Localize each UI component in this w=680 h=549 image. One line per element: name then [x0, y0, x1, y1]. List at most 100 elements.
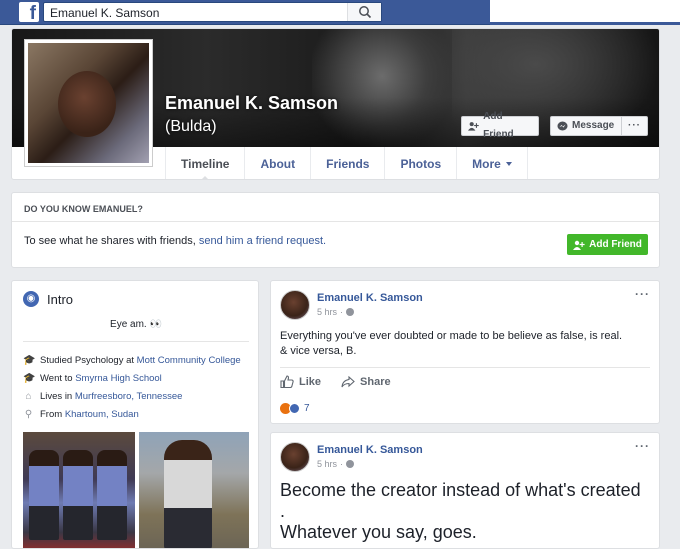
- thumbs-up-icon: [280, 375, 294, 388]
- like-reaction-icon: [289, 403, 300, 414]
- tab-friends[interactable]: Friends: [310, 147, 384, 179]
- hometown-link[interactable]: Khartoum, Sudan: [65, 409, 139, 420]
- do-you-know-heading: DO YOU KNOW EMANUEL?: [12, 193, 659, 222]
- tab-photos[interactable]: Photos: [384, 147, 456, 179]
- top-bar-right-area: [490, 0, 680, 25]
- profile-header-card: Emanuel K. Samson (Bulda) Add Friend Mes…: [11, 28, 660, 180]
- add-friend-button[interactable]: Add Friend: [461, 111, 539, 140]
- post-text: Everything you've ever doubted or made t…: [280, 330, 623, 357]
- tab-friends-label: Friends: [326, 157, 370, 171]
- share-label: Share: [360, 375, 391, 388]
- more-options-button[interactable]: ···: [621, 116, 648, 136]
- profile-picture-image: [28, 43, 149, 163]
- share-icon: [341, 375, 355, 387]
- intro-list: 🎓 Studied Psychology at Mott Community C…: [23, 351, 253, 423]
- tab-about[interactable]: About: [244, 147, 310, 179]
- intro-card: ◉ Intro Eye am. 👀 🎓 Studied Psychology a…: [11, 280, 259, 549]
- tab-about-label: About: [260, 157, 296, 171]
- intro-photos: [23, 432, 249, 548]
- add-friend-icon: [468, 122, 479, 131]
- location-pin-icon: ⚲: [24, 408, 33, 420]
- do-you-know-prefix: To see what he shares with friends,: [24, 235, 199, 247]
- intro-item-text: Studied Psychology at Mott Community Col…: [40, 355, 241, 366]
- intro-item-lives: ⌂ Lives in Murfreesboro, Tennessee: [23, 387, 253, 405]
- like-label: Like: [299, 375, 322, 388]
- add-friend-label: Add Friend: [483, 111, 514, 140]
- message-button[interactable]: Message: [550, 116, 622, 136]
- profile-name[interactable]: Emanuel K. Samson: [165, 93, 338, 114]
- tab-photos-label: Photos: [400, 157, 442, 171]
- top-navigation-bar: f Emanuel K. Samson: [0, 0, 490, 25]
- chevron-down-icon: [505, 162, 512, 166]
- more-options-icon: ···: [628, 120, 641, 131]
- add-friend-green-button[interactable]: Add Friend: [567, 234, 648, 255]
- share-button[interactable]: Share: [341, 375, 391, 388]
- search-input[interactable]: Emanuel K. Samson: [43, 2, 382, 22]
- search-button[interactable]: [347, 3, 381, 21]
- reactions-summary[interactable]: 7: [280, 403, 310, 414]
- facebook-logo-icon[interactable]: f: [19, 2, 39, 22]
- message-label: Message: [572, 120, 615, 131]
- intro-item-prefix: Studied Psychology at: [40, 354, 137, 366]
- messenger-icon: [557, 121, 568, 130]
- public-globe-icon: [346, 460, 355, 468]
- search-icon: [359, 6, 372, 19]
- photo-person: [97, 450, 127, 540]
- photo-person: [63, 450, 93, 540]
- intro-item-prefix: Lives in: [40, 390, 75, 402]
- public-globe-icon: [346, 308, 355, 316]
- post-meta: 5 hrs ·: [317, 459, 355, 469]
- intro-item-school: 🎓 Went to Smyrna High School: [23, 369, 253, 387]
- do-you-know-text: To see what he shares with friends, send…: [24, 235, 326, 247]
- profile-tabs: Timeline About Friends Photos More: [165, 147, 528, 179]
- intro-title: Intro: [47, 291, 74, 307]
- post-timestamp[interactable]: 5 hrs: [317, 459, 337, 469]
- post-timestamp[interactable]: 5 hrs: [317, 307, 337, 317]
- like-button[interactable]: Like: [280, 375, 321, 388]
- intro-photo-1[interactable]: [23, 432, 135, 548]
- meta-separator: ·: [340, 307, 344, 317]
- intro-item-text: Went to Smyrna High School: [40, 373, 162, 384]
- post-text: Become the creator instead of what's cre…: [280, 480, 641, 542]
- intro-item-from: ⚲ From Khartoum, Sudan: [23, 405, 253, 423]
- post-card: Emanuel K. Samson 5 hrs · ··· Become the…: [270, 432, 660, 549]
- post-author[interactable]: Emanuel K. Samson: [317, 444, 423, 456]
- profile-picture-face: [58, 71, 116, 137]
- intro-divider: [23, 341, 249, 342]
- graduation-cap-icon: 🎓: [23, 354, 36, 366]
- tab-more-label: More: [472, 157, 501, 171]
- college-link[interactable]: Mott Community College: [137, 355, 241, 366]
- graduation-cap-icon: 🎓: [23, 372, 36, 384]
- intro-item-prefix: From: [40, 408, 65, 420]
- post-actions: Like Share: [280, 367, 650, 395]
- avatar[interactable]: [280, 442, 310, 472]
- avatar[interactable]: [280, 290, 310, 320]
- reaction-count: 7: [304, 403, 310, 414]
- intro-item-prefix: Went to: [40, 372, 76, 384]
- home-icon: ⌂: [25, 390, 32, 402]
- high-school-link[interactable]: Smyrna High School: [75, 373, 162, 384]
- post-meta: 5 hrs ·: [317, 307, 355, 317]
- intro-item-text: From Khartoum, Sudan: [40, 409, 139, 420]
- intro-header: ◉ Intro: [23, 291, 73, 307]
- post-card: Emanuel K. Samson 5 hrs · ··· Everything…: [270, 280, 660, 424]
- current-city-link[interactable]: Murfreesboro, Tennessee: [75, 391, 183, 402]
- meta-separator: ·: [340, 459, 344, 469]
- intro-item-education: 🎓 Studied Psychology at Mott Community C…: [23, 351, 253, 369]
- photo-person: [29, 450, 59, 540]
- send-friend-request-link[interactable]: send him a friend request.: [199, 235, 326, 247]
- post-author[interactable]: Emanuel K. Samson: [317, 292, 423, 304]
- tab-more[interactable]: More: [456, 147, 528, 179]
- intro-photo-2[interactable]: [139, 432, 249, 548]
- post-options-icon[interactable]: ···: [635, 439, 650, 453]
- add-friend-icon: [573, 240, 585, 250]
- intro-item-text: Lives in Murfreesboro, Tennessee: [40, 391, 182, 402]
- post-options-icon[interactable]: ···: [635, 287, 650, 301]
- profile-picture[interactable]: [24, 39, 153, 167]
- add-friend-green-label: Add Friend: [589, 239, 642, 250]
- tab-timeline[interactable]: Timeline: [165, 147, 244, 179]
- globe-icon: ◉: [23, 291, 39, 307]
- photo-person: [164, 440, 212, 548]
- tab-timeline-label: Timeline: [181, 157, 230, 171]
- do-you-know-card: DO YOU KNOW EMANUEL? To see what he shar…: [11, 192, 660, 268]
